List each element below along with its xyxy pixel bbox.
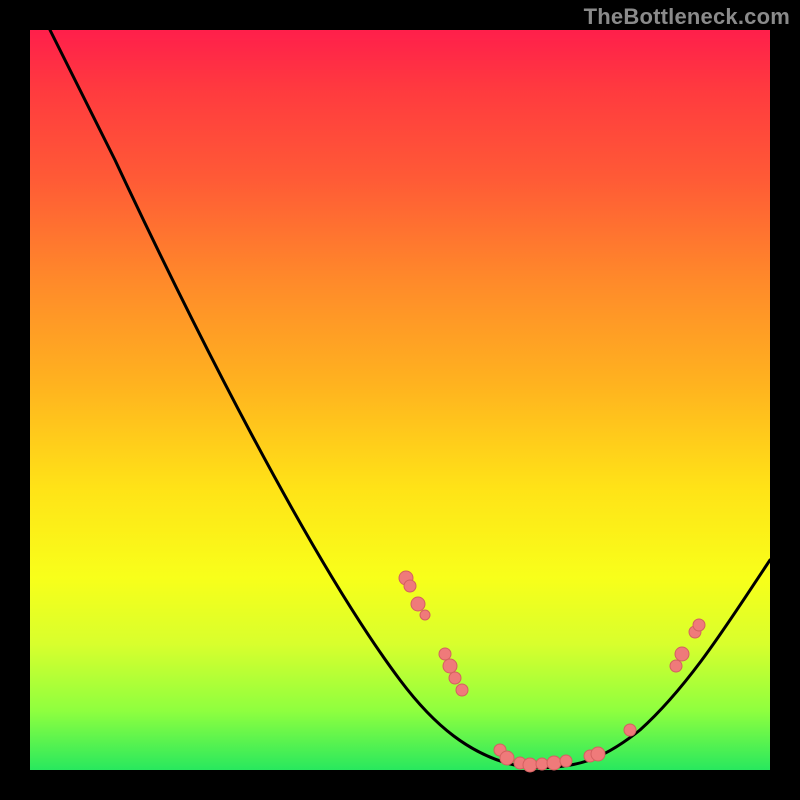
scatter-dot <box>500 751 514 765</box>
watermark-text: TheBottleneck.com <box>584 4 790 30</box>
scatter-dot <box>420 610 430 620</box>
scatter-dot <box>536 758 548 770</box>
scatter-dot <box>404 580 416 592</box>
scatter-dot <box>411 597 425 611</box>
scatter-dot <box>456 684 468 696</box>
scatter-dot <box>523 758 537 772</box>
scatter-dot <box>449 672 461 684</box>
scatter-dot <box>443 659 457 673</box>
scatter-group <box>399 571 705 772</box>
scatter-dot <box>591 747 605 761</box>
scatter-dot <box>624 724 636 736</box>
scatter-dot <box>675 647 689 661</box>
scatter-dot <box>560 755 572 767</box>
bottleneck-curve <box>50 30 770 768</box>
gradient-plot-area <box>30 30 770 770</box>
chart-frame: TheBottleneck.com <box>0 0 800 800</box>
curve-svg <box>30 30 770 770</box>
scatter-dot <box>670 660 682 672</box>
scatter-dot <box>547 756 561 770</box>
scatter-dot <box>439 648 451 660</box>
scatter-dot <box>693 619 705 631</box>
